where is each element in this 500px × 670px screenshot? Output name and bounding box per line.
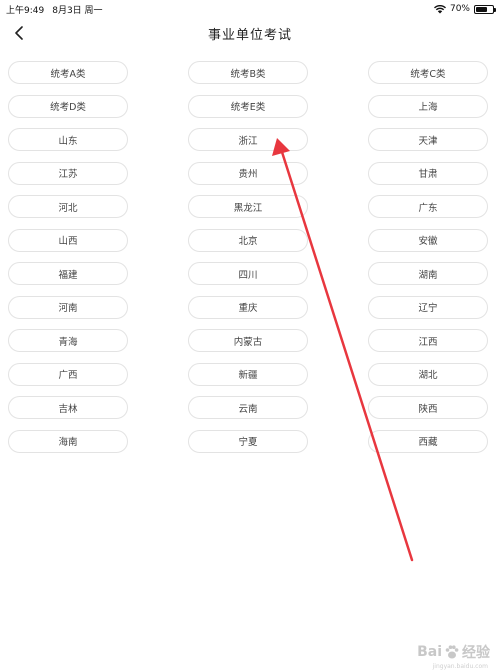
exam-option-button[interactable]: 甘肃 — [368, 161, 488, 185]
watermark-brand-cn: 经验 — [462, 645, 490, 661]
exam-option-button[interactable]: 天津 — [368, 128, 488, 151]
page-title: 事业单位考试 — [207, 27, 292, 43]
back-button[interactable] — [8, 22, 30, 44]
exam-option-button[interactable]: 上海 — [368, 94, 488, 118]
exam-option-button[interactable]: 广东 — [368, 195, 488, 218]
wifi-icon — [433, 4, 446, 13]
exam-option-button[interactable]: 统考B类 — [188, 61, 308, 84]
exam-category-grid: 统考A类 统考B类 统考C类 统考D类 统考E类 上海 山东 浙江 天津 江苏 贵州 甘肃 河北 黑龙江广… — [8, 61, 488, 453]
status-time: 上午9:49 — [6, 5, 45, 16]
exam-option-button[interactable]: 湖北 — [368, 362, 488, 386]
exam-option-button[interactable]: 西藏 — [368, 429, 488, 453]
exam-option-button[interactable]: 宁夏 — [188, 429, 308, 453]
paw-icon — [445, 645, 459, 659]
exam-option-button[interactable]: 陕西 — [368, 396, 488, 419]
battery-percent: 70% — [449, 4, 470, 14]
exam-option-button[interactable]: 贵州 — [188, 161, 308, 185]
battery-icon — [474, 4, 496, 14]
exam-option-button[interactable]: 青海 — [8, 329, 128, 352]
exam-option-button[interactable]: 云南 — [188, 396, 308, 419]
exam-option-button[interactable]: 辽宁 — [368, 295, 488, 319]
exam-option-button[interactable]: 吉林 — [8, 396, 128, 419]
nav-bar: 事业单位考试 — [0, 18, 500, 48]
exam-option-button[interactable]: 福建 — [8, 262, 128, 285]
exam-option-button[interactable]: 新疆 — [188, 362, 308, 386]
exam-option-button[interactable]: 安徽 — [368, 228, 488, 252]
exam-option-button[interactable]: 统考A类 — [8, 61, 128, 84]
exam-option-button[interactable]: 河南 — [8, 295, 128, 319]
exam-option-button[interactable]: 北京 — [188, 228, 308, 252]
status-bar: 上午9:49 8月3日 周一 70% — [0, 0, 500, 18]
watermark-brand: Bai — [417, 644, 442, 660]
exam-option-button[interactable]: 浙江 — [188, 128, 308, 151]
exam-option-button[interactable]: 广西 — [8, 362, 128, 386]
chevron-left-icon — [15, 26, 23, 40]
exam-option-button[interactable]: 统考C类 — [368, 61, 488, 84]
exam-option-button[interactable]: 黑龙江 — [188, 195, 308, 218]
exam-option-button[interactable]: 江西 — [368, 329, 488, 352]
baidu-watermark: Bai 经验 — [417, 642, 490, 662]
status-date: 8月3日 周一 — [52, 5, 103, 16]
exam-option-button[interactable]: 海南 — [8, 429, 128, 453]
exam-option-button[interactable]: 统考E类 — [188, 94, 308, 118]
exam-option-button[interactable]: 湖南 — [368, 262, 488, 285]
exam-option-button[interactable]: 四川 — [188, 262, 308, 285]
exam-option-button[interactable]: 内蒙古 — [188, 329, 308, 352]
exam-option-button[interactable]: 统考D类 — [8, 94, 128, 118]
exam-option-button[interactable]: 山西 — [8, 228, 128, 252]
battery-fill — [476, 6, 488, 12]
exam-option-button[interactable]: 江苏 — [8, 161, 128, 185]
watermark-url: jingyan.baidu.com — [432, 663, 488, 670]
exam-option-button[interactable]: 河北 — [8, 195, 128, 218]
exam-option-button[interactable]: 山东 — [8, 128, 128, 151]
exam-option-button[interactable]: 重庆 — [188, 295, 308, 319]
